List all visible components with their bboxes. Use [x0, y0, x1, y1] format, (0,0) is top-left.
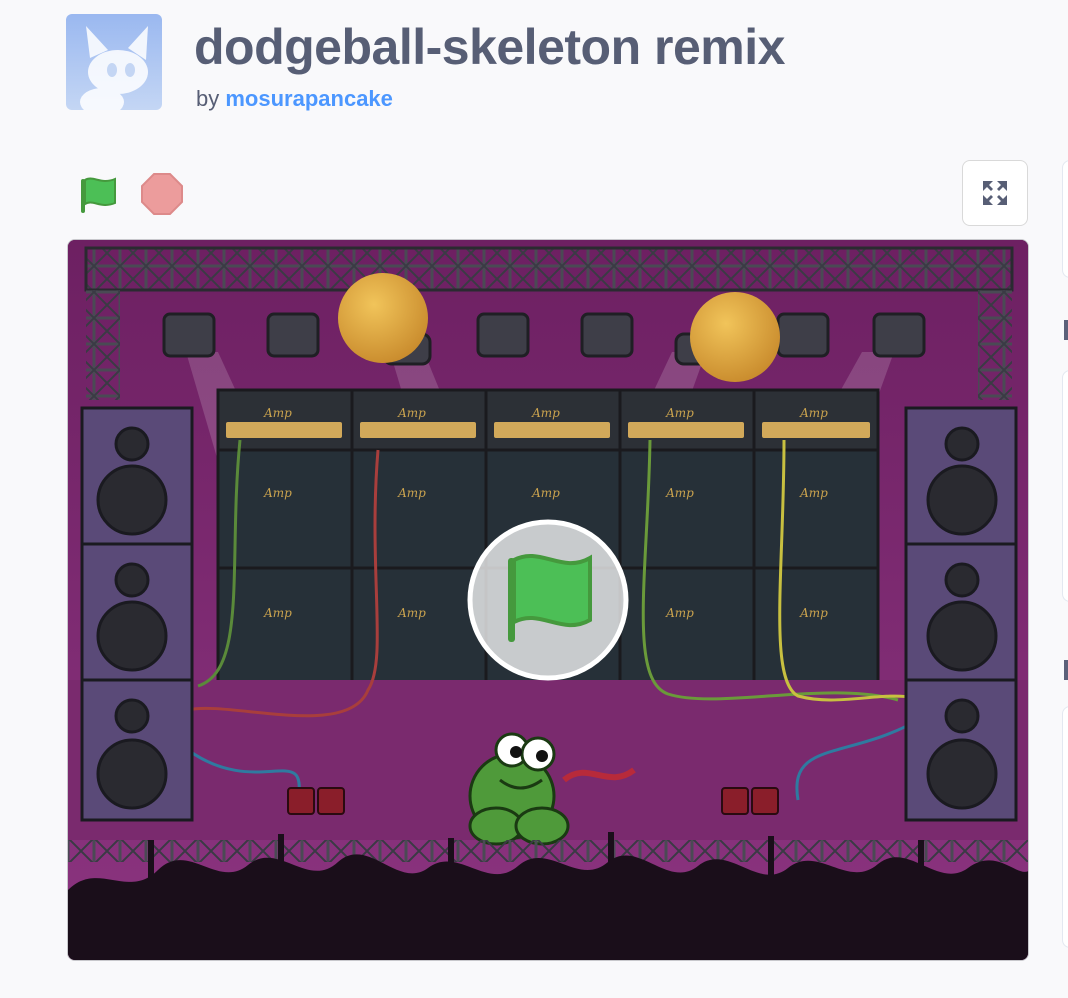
amp-label: Amp [799, 406, 828, 420]
project-stage[interactable]: Amp Amp Amp Amp Amp Amp Amp Amp Amp Amp … [67, 239, 1029, 961]
fullscreen-button[interactable] [962, 160, 1028, 226]
stage-scene: Amp Amp Amp Amp Amp Amp Amp Amp Amp Amp … [68, 240, 1028, 960]
side-panel-card [1062, 160, 1068, 278]
dodgeball-sprite [690, 292, 780, 382]
amp-label: Amp [397, 486, 426, 500]
side-panel-marker [1064, 660, 1068, 680]
fullscreen-icon [983, 181, 1007, 205]
amp-label: Amp [665, 486, 694, 500]
amp-label: Amp [263, 486, 292, 500]
side-panel-card [1062, 370, 1068, 602]
green-flag-overlay[interactable] [467, 519, 629, 681]
project-title: dodgeball-skeleton remix [194, 19, 785, 75]
stop-button[interactable] [138, 170, 186, 218]
project-thumbnail [66, 14, 162, 110]
scratch-cat-icon [80, 26, 148, 110]
crowd-silhouette [68, 832, 1028, 960]
speaker-stack-right [904, 406, 1018, 822]
amp-label: Amp [531, 406, 560, 420]
amp-label: Amp [397, 406, 426, 420]
amp-label: Amp [397, 606, 426, 620]
stop-sign-icon [141, 173, 183, 215]
side-panel-card [1062, 706, 1068, 948]
amp-label: Amp [263, 606, 292, 620]
amp-label: Amp [665, 406, 694, 420]
amp-label: Amp [263, 406, 292, 420]
dodgeball-sprite [338, 273, 428, 363]
green-flag-button[interactable] [74, 170, 122, 218]
amp-label: Amp [665, 606, 694, 620]
by-label: by [196, 86, 220, 111]
side-panel-marker [1064, 320, 1068, 340]
speaker-stack-left [80, 406, 194, 822]
project-byline: by mosurapancake [196, 86, 393, 112]
amp-label: Amp [531, 486, 560, 500]
author-link[interactable]: mosurapancake [225, 86, 393, 111]
green-flag-icon [81, 177, 116, 213]
amp-label: Amp [799, 606, 828, 620]
amp-label: Amp [799, 486, 828, 500]
